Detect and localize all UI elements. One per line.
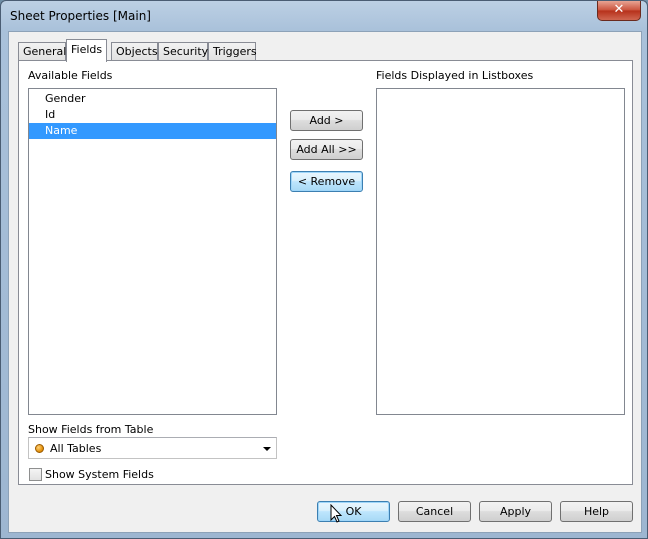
ok-button[interactable]: OK: [317, 501, 390, 522]
fields-tab-panel: Available Fields Gender Id Name Add > Ad…: [18, 60, 633, 485]
title-bar[interactable]: Sheet Properties [Main] ✕: [1, 1, 647, 31]
tab-general-label: General: [23, 45, 67, 58]
tab-fields-label: Fields: [71, 43, 103, 56]
displayed-fields-list[interactable]: [376, 88, 625, 415]
tab-triggers-label: Triggers: [213, 45, 257, 58]
dialog-client-area: General Fields Objects Security Triggers…: [8, 31, 642, 533]
tab-security[interactable]: Security: [158, 42, 208, 61]
close-icon: ✕: [613, 2, 625, 17]
add-button[interactable]: Add >: [290, 110, 363, 131]
list-item-id[interactable]: Id: [29, 107, 276, 123]
table-select[interactable]: All Tables: [28, 437, 277, 459]
tab-triggers[interactable]: Triggers: [208, 42, 257, 61]
table-dot-icon: [35, 444, 44, 453]
dialog-window: Sheet Properties [Main] ✕ General Fields…: [0, 0, 648, 539]
tab-security-label: Security: [163, 45, 209, 58]
show-system-fields-checkbox[interactable]: [29, 468, 42, 481]
table-select-value: All Tables: [50, 442, 102, 455]
mouse-pointer-icon: [330, 504, 343, 523]
cancel-button[interactable]: Cancel: [398, 501, 471, 522]
available-fields-label: Available Fields: [28, 69, 113, 82]
tab-objects[interactable]: Objects: [111, 42, 158, 61]
help-button[interactable]: Help: [560, 501, 633, 522]
displayed-fields-label: Fields Displayed in Listboxes: [376, 69, 534, 82]
list-item-gender[interactable]: Gender: [29, 91, 276, 107]
tab-fields[interactable]: Fields: [66, 39, 107, 62]
close-button[interactable]: ✕: [597, 1, 641, 21]
apply-button[interactable]: Apply: [479, 501, 552, 522]
remove-button[interactable]: < Remove: [290, 171, 363, 192]
list-item-name[interactable]: Name: [29, 123, 276, 139]
tab-objects-label: Objects: [116, 45, 158, 58]
add-all-button[interactable]: Add All >>: [290, 139, 363, 160]
show-system-fields-label[interactable]: Show System Fields: [45, 468, 154, 481]
tab-general[interactable]: General: [18, 42, 66, 61]
available-fields-list[interactable]: Gender Id Name: [28, 88, 277, 415]
show-fields-from-table-label: Show Fields from Table: [28, 423, 154, 436]
window-title: Sheet Properties [Main]: [10, 9, 151, 23]
chevron-down-icon[interactable]: [263, 447, 271, 451]
